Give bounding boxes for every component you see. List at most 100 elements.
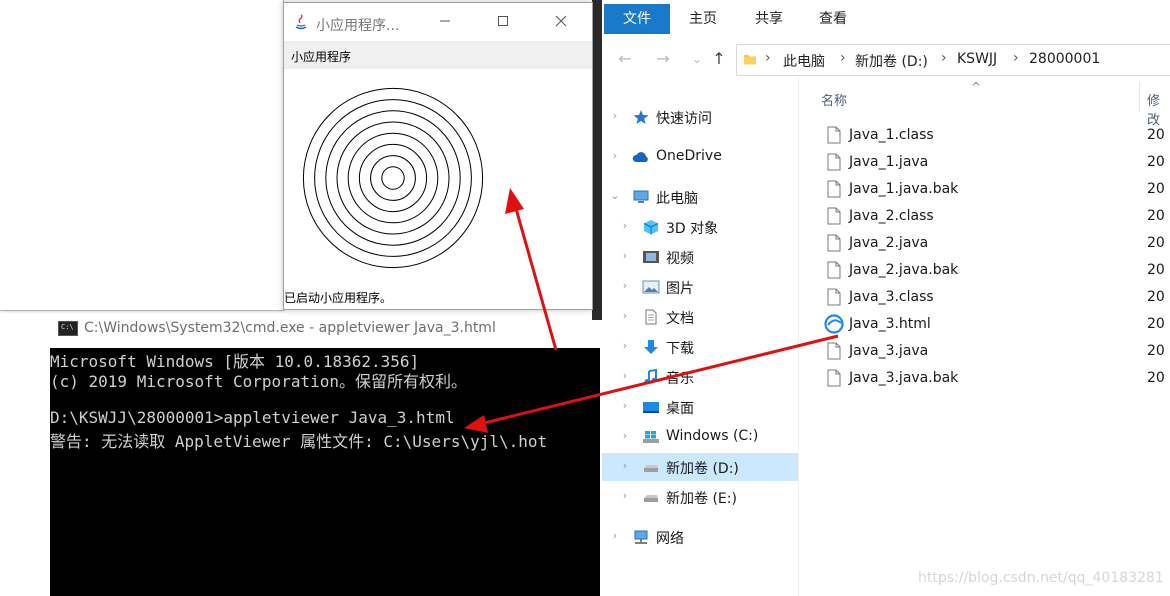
breadcrumb-separator: › [840, 50, 846, 66]
nav-item-desktop[interactable]: › 桌面 [602, 393, 798, 421]
address-box[interactable]: › 此电脑 › 新加卷 (D:) › KSWJJ › 28000001 [736, 44, 1170, 76]
file-name: Java_3.class [849, 289, 934, 305]
chevron-right-icon[interactable]: › [619, 400, 631, 412]
file-icon [827, 126, 841, 144]
html-file-icon [824, 314, 844, 334]
title-bar[interactable]: 小应用程序... [284, 3, 592, 41]
file-row[interactable]: Java_1.class 20 [819, 123, 1170, 150]
chevron-down-icon[interactable]: ⌄ [609, 190, 621, 202]
file-name: Java_3.java.bak [849, 370, 959, 386]
nav-label: OneDrive [656, 148, 722, 164]
applet-status-text: 已启动小应用程序。 [284, 291, 393, 305]
nav-item-this-pc[interactable]: ⌄ 此电脑 [602, 183, 798, 211]
minimize-button[interactable] [430, 11, 460, 33]
nav-label: 视频 [666, 251, 694, 267]
file-date: 20 [1147, 370, 1165, 386]
breadcrumb-folder[interactable]: 28000001 [1029, 51, 1100, 67]
music-icon [644, 369, 657, 384]
background-window-strip [592, 0, 602, 320]
chevron-right-icon[interactable]: › [619, 430, 631, 442]
file-explorer-window: 文件 主页 共享 查看 ← → ⌄ ↑ › 此电脑 › 新加卷 (D:) › K… [602, 0, 1170, 596]
folder-icon [744, 55, 756, 65]
nav-item-3d-objects[interactable]: › 3D 对象 [602, 213, 798, 241]
column-header-name[interactable]: 名称 [821, 90, 847, 109]
maximize-button[interactable] [488, 11, 518, 33]
tab-share[interactable]: 共享 [740, 4, 798, 34]
file-row[interactable]: Java_1.java 20 [819, 150, 1170, 177]
file-row[interactable]: Java_3.html 20 [819, 312, 1170, 339]
nav-item-onedrive[interactable]: › OneDrive [602, 143, 798, 171]
nav-item-videos[interactable]: › 视频 [602, 243, 798, 271]
tab-home[interactable]: 主页 [674, 4, 732, 34]
nav-label: 新加卷 (E:) [666, 491, 737, 507]
chevron-right-icon[interactable]: › [619, 490, 631, 502]
cmd-console[interactable]: Microsoft Windows [版本 10.0.18362.356] (c… [50, 348, 600, 596]
back-button[interactable]: ← [614, 48, 636, 70]
breadcrumb-kswjj[interactable]: KSWJJ [957, 51, 997, 67]
forward-button[interactable]: → [652, 48, 674, 70]
file-date: 20 [1147, 289, 1165, 305]
file-name: Java_2.java [849, 235, 929, 251]
file-row[interactable]: Java_2.class 20 [819, 204, 1170, 231]
windows-drive-icon [643, 431, 659, 443]
tab-view[interactable]: 查看 [804, 4, 862, 34]
close-button[interactable] [546, 11, 576, 33]
chevron-right-icon[interactable]: › [609, 150, 621, 162]
up-button[interactable]: ↑ [708, 48, 730, 70]
nav-label: 音乐 [666, 371, 694, 387]
cmd-window-title: C:\Windows\System32\cmd.exe - appletview… [84, 320, 496, 336]
nav-label: 网络 [656, 531, 684, 547]
file-date: 20 [1147, 343, 1165, 359]
nav-item-quick-access[interactable]: › 快速访问 [602, 103, 798, 131]
chevron-right-icon[interactable]: › [619, 280, 631, 292]
file-name: Java_2.class [849, 208, 934, 224]
chevron-right-icon[interactable]: › [609, 110, 621, 122]
nav-item-drive-d[interactable]: › 新加卷 (D:) [602, 453, 798, 481]
nav-label: 下载 [666, 341, 694, 357]
file-row[interactable]: Java_2.java 20 [819, 231, 1170, 258]
file-row[interactable]: Java_3.class 20 [819, 285, 1170, 312]
nav-label: 快速访问 [656, 111, 712, 127]
breadcrumb-drive-d[interactable]: 新加卷 (D:) [855, 51, 928, 71]
drive-icon [644, 495, 658, 502]
chevron-right-icon[interactable]: › [619, 220, 631, 232]
tab-file[interactable]: 文件 [604, 4, 670, 34]
file-row[interactable]: Java_3.java 20 [819, 339, 1170, 366]
nav-item-drive-e[interactable]: › 新加卷 (E:) [602, 483, 798, 511]
nav-item-downloads[interactable]: › 下载 [602, 333, 798, 361]
file-date: 20 [1147, 235, 1165, 251]
cube-icon [643, 220, 659, 235]
nav-item-network[interactable]: › 网络 [602, 523, 798, 551]
computer-icon [633, 190, 649, 203]
close-icon [555, 15, 567, 27]
file-row[interactable]: Java_2.java.bak 20 [819, 258, 1170, 285]
chevron-right-icon[interactable]: › [609, 530, 621, 542]
breadcrumb-this-pc[interactable]: 此电脑 [783, 51, 825, 71]
window-title: 小应用程序... [316, 18, 400, 34]
applet-menu[interactable]: 小应用程序 [291, 48, 351, 65]
nav-item-music[interactable]: › 音乐 [602, 363, 798, 391]
file-row[interactable]: Java_3.java.bak 20 [819, 366, 1170, 393]
ring [347, 132, 439, 224]
chevron-right-icon[interactable]: › [619, 460, 631, 472]
nav-label: 新加卷 (D:) [666, 461, 739, 477]
chevron-right-icon[interactable]: › [619, 340, 631, 352]
recent-locations-button[interactable]: ⌄ [686, 48, 708, 70]
maximize-icon [498, 16, 508, 26]
java-icon [295, 14, 307, 30]
chevron-right-icon[interactable]: › [619, 310, 631, 322]
file-icon [827, 369, 841, 387]
applet-menu-bar: 小应用程序 [284, 41, 592, 69]
console-line: (c) 2019 Microsoft Corporation。保留所有权利。 [50, 372, 467, 391]
console-line: Microsoft Windows [版本 10.0.18362.356] [50, 352, 420, 371]
breadcrumb-separator: › [765, 50, 771, 66]
nav-item-windows-c[interactable]: › Windows (C:) [602, 423, 798, 451]
column-separator[interactable] [1139, 82, 1140, 112]
nav-label: 3D 对象 [666, 221, 719, 237]
breadcrumb-separator: › [941, 50, 947, 66]
chevron-right-icon[interactable]: › [619, 370, 631, 382]
nav-item-documents[interactable]: › 文档 [602, 303, 798, 331]
file-row[interactable]: Java_1.java.bak 20 [819, 177, 1170, 204]
nav-item-pictures[interactable]: › 图片 [602, 273, 798, 301]
chevron-right-icon[interactable]: › [619, 250, 631, 262]
